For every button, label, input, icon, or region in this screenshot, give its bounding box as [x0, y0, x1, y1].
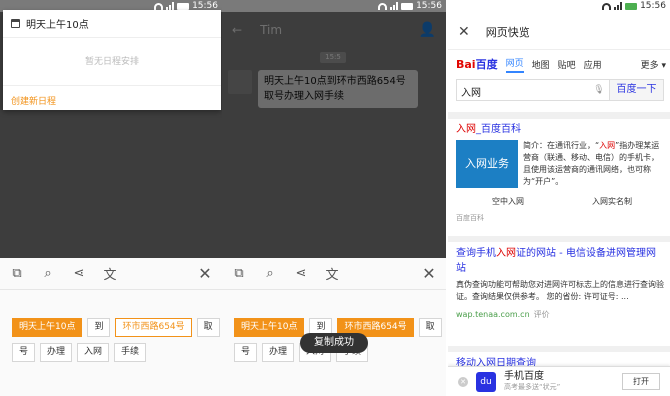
- share-icon[interactable]: ⋖: [294, 266, 308, 281]
- chip[interactable]: 办理: [40, 343, 73, 362]
- browser-header: ✕ 网页快览: [448, 14, 670, 50]
- battery-icon: [177, 2, 190, 10]
- divider: [3, 85, 221, 86]
- result-body: 入网业务 简介：在通讯行业，“入网”指办理某运营商（联通、移动、电信）的手机卡，…: [456, 140, 664, 188]
- search-icon[interactable]: ⌕: [263, 266, 277, 281]
- wifi-icon: [602, 2, 612, 10]
- status-bar: 15:56: [448, 0, 670, 12]
- result-source: 百度百科: [456, 214, 484, 222]
- schedule-popup: 明天上午10点 暂无日程安排 创建新日程: [3, 10, 221, 110]
- create-schedule-button[interactable]: 创建新日程: [11, 94, 56, 107]
- result-title[interactable]: 入网_百度百科: [456, 122, 664, 137]
- share-icon[interactable]: ⋖: [72, 266, 86, 281]
- translate-icon[interactable]: 文: [325, 264, 339, 283]
- chip[interactable]: 入网: [77, 343, 110, 362]
- nav-more[interactable]: 更多 ▾: [641, 58, 666, 71]
- status-time: 15:56: [640, 1, 666, 11]
- sheet-toolbar: ⧉ ⌕ ⋖ 文 ✕: [222, 258, 446, 290]
- chip[interactable]: 取: [418, 318, 442, 337]
- copy-icon[interactable]: ⧉: [232, 266, 246, 281]
- baidu-nav: Bai百度 网页 地图 贴吧 应用 更多 ▾: [456, 54, 666, 74]
- signal-icon: [614, 2, 623, 10]
- page-title: 网页快览: [485, 25, 530, 39]
- close-icon[interactable]: ✕: [458, 24, 470, 40]
- result-image[interactable]: 入网业务: [456, 140, 518, 188]
- sheet-toolbar: ⧉ ⌕ ⋖ 文 ✕: [0, 258, 222, 290]
- microphone-icon[interactable]: 🎙: [589, 80, 609, 100]
- search-result: 查询手机入网证的网站 - 电信设备进网管理网站 真伪查询功能可帮助您对进网许可标…: [456, 246, 664, 320]
- related-link[interactable]: 空中入网: [456, 196, 560, 207]
- chip[interactable]: 明天上午10点: [234, 318, 305, 337]
- nav-tieba[interactable]: 贴吧: [558, 58, 576, 71]
- search-icon[interactable]: ⌕: [41, 266, 55, 281]
- battery-icon: [625, 2, 638, 10]
- search-box: 入网 🎙 百度一下: [456, 79, 664, 101]
- copy-icon[interactable]: ⧉: [10, 266, 24, 281]
- result-description: 真伪查询功能可帮助您对进网许可标志上的信息进行查询验证。查询结果仅供参考。 您的…: [456, 280, 664, 301]
- result-description: 简介：在通讯行业，“入网”指办理某运营商（联通、移动、电信）的手机卡，且使用该运…: [523, 141, 660, 186]
- chip[interactable]: 取: [196, 318, 220, 337]
- close-icon[interactable]: ✕: [458, 376, 468, 387]
- copy-success-toast: 复制成功: [300, 333, 368, 353]
- signal-icon: [166, 2, 175, 10]
- action-sheet: ⧉ ⌕ ⋖ 文 ✕ 明天上午10点 到 环市西路654号 取 号 办理 入网 手…: [0, 258, 222, 396]
- app-download-banner: ✕ du 手机百度 高考最多送“状元” 打开: [448, 366, 670, 396]
- baidu-app-icon: du: [476, 371, 496, 392]
- result-source: wap.tenaa.com.cn 评价: [456, 310, 550, 319]
- status-time: 15:56: [416, 1, 442, 11]
- search-input[interactable]: 入网: [457, 80, 589, 100]
- calendar-icon: [11, 19, 20, 28]
- separator: [448, 346, 670, 352]
- nav-map[interactable]: 地图: [532, 58, 550, 71]
- chip[interactable]: 环市西路654号: [115, 318, 192, 337]
- nav-web[interactable]: 网页: [505, 56, 524, 73]
- chip[interactable]: 到: [87, 318, 111, 337]
- baidu-logo[interactable]: Bai百度: [456, 56, 498, 72]
- chip[interactable]: 号: [12, 343, 36, 362]
- wifi-icon: [378, 2, 388, 10]
- popup-header: 明天上午10点: [3, 10, 221, 38]
- separator: [448, 236, 670, 242]
- related-link[interactable]: 入网实名制: [560, 196, 664, 207]
- open-app-button[interactable]: 打开: [622, 373, 660, 390]
- status-bar: 15:56: [222, 0, 446, 12]
- search-result: 入网_百度百科 入网业务 简介：在通讯行业，“入网”指办理某运营商（联通、移动、…: [456, 122, 664, 223]
- close-icon[interactable]: ✕: [422, 264, 436, 283]
- wifi-icon: [154, 2, 164, 10]
- translate-icon[interactable]: 文: [103, 264, 117, 283]
- banner-text: 手机百度 高考最多送“状元”: [504, 370, 561, 391]
- search-button[interactable]: 百度一下: [609, 80, 663, 100]
- result-title[interactable]: 查询手机入网证的网站 - 电信设备进网管理网站: [456, 246, 664, 276]
- nav-apps[interactable]: 应用: [584, 58, 602, 71]
- signal-icon: [390, 2, 399, 10]
- empty-schedule-text: 暂无日程安排: [84, 57, 139, 67]
- related-links: 空中入网 入网实名制: [456, 196, 664, 207]
- action-sheet: ⧉ ⌕ ⋖ 文 ✕ 明天上午10点 到 环市西路654号 取 号 办理 入网 手…: [222, 258, 446, 396]
- chip[interactable]: 号: [234, 343, 258, 362]
- chip[interactable]: 手续: [114, 343, 147, 362]
- close-icon[interactable]: ✕: [198, 264, 212, 283]
- separator: [448, 112, 670, 119]
- chip[interactable]: 办理: [262, 343, 295, 362]
- battery-icon: [401, 2, 414, 10]
- popup-title: 明天上午10点: [26, 20, 89, 31]
- chat-panel: 15:56 ← Tim 👤 15:5 明天上午10点到环市西路654号取号办理入…: [222, 0, 446, 396]
- chip[interactable]: 明天上午10点: [12, 318, 83, 337]
- calendar-panel: 15:56 明天上午10点 暂无日程安排 创建新日程 ⧉ ⌕ ⋖ 文 ✕ 明天上…: [0, 0, 222, 396]
- browser-panel: 15:56 ✕ 网页快览 Bai百度 网页 地图 贴吧 应用 更多 ▾ 入网 🎙…: [448, 0, 670, 396]
- word-chips: 明天上午10点 到 环市西路654号 取 号 办理 入网 手续: [12, 318, 222, 362]
